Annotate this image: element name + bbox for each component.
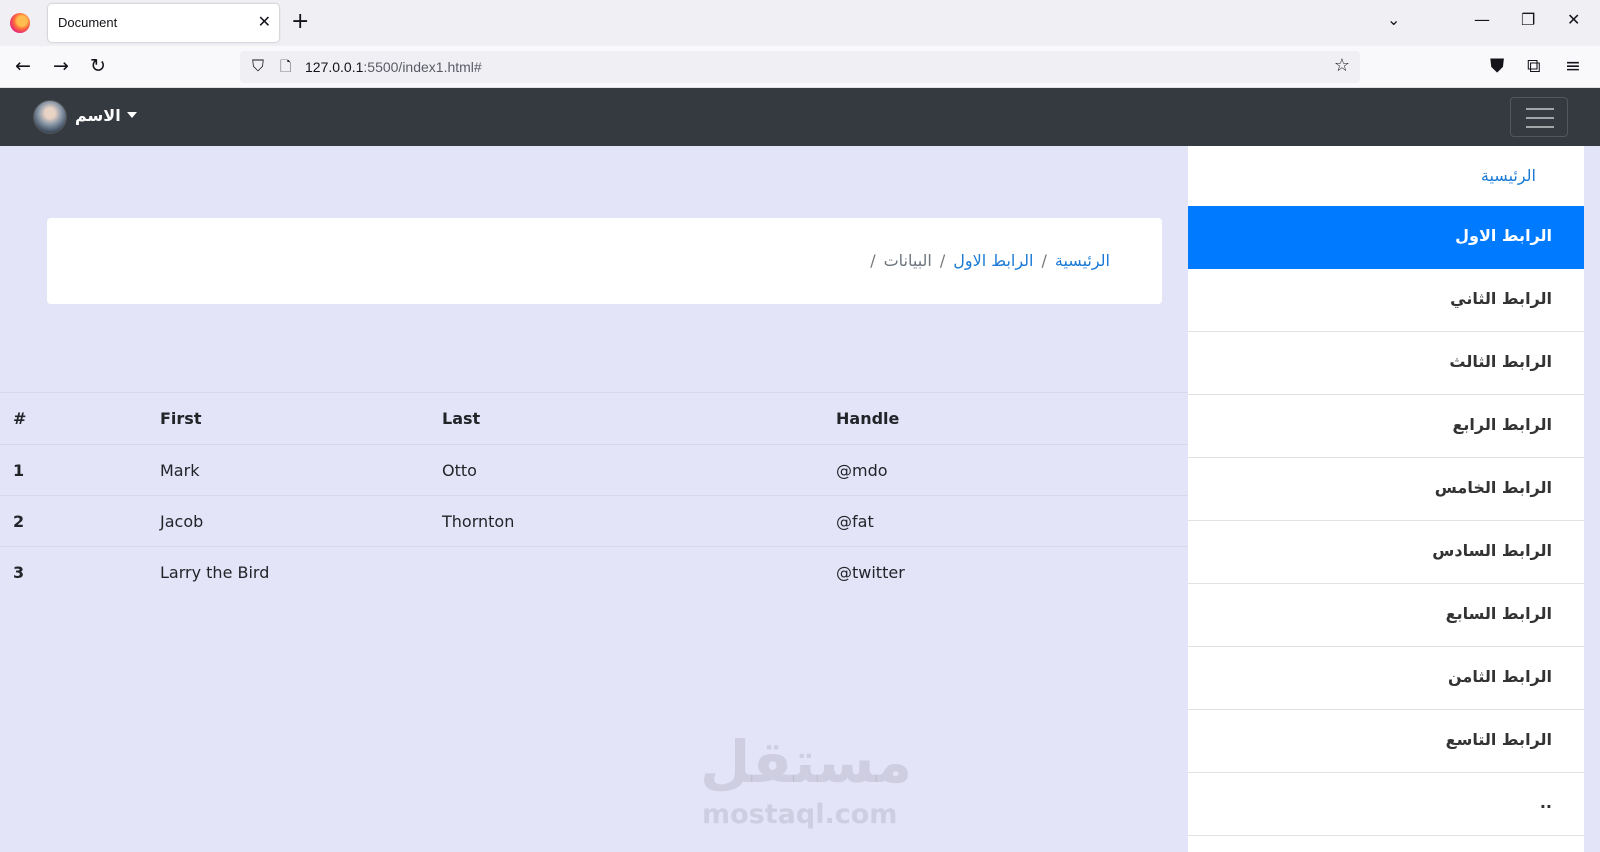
sidebar-item-label: الرابط الثالث [1449, 352, 1552, 371]
handle-cell: @fat [836, 512, 874, 531]
row-number: 1 [13, 461, 25, 480]
row-number: 2 [13, 512, 25, 531]
hamburger-icon [1526, 117, 1554, 119]
menu-icon[interactable]: ≡ [1565, 55, 1581, 77]
sidebar-item-label: .. [1539, 793, 1552, 812]
page-icon[interactable]: 🗋 [280, 56, 291, 80]
tab-title: Document [58, 15, 118, 30]
last-cell: Otto [442, 461, 477, 480]
sidebar-item-6[interactable]: الرابط السادس [1188, 521, 1584, 584]
breadcrumb-separator: / [939, 251, 946, 270]
restore-icon[interactable]: ❐ [1521, 10, 1535, 29]
tab-close-icon[interactable]: ✕ [258, 12, 271, 31]
header-cell: Handle [836, 409, 900, 428]
navbar-toggler-button[interactable] [1510, 97, 1568, 137]
url-text[interactable]: 127.0.0.1:5500/index1.html# [305, 59, 482, 75]
header-cell: First [160, 409, 202, 428]
table-row: 3 Larry the Bird @twitter [0, 546, 1188, 597]
sidebar-item-4[interactable]: الرابط الرابع [1188, 395, 1584, 458]
sidebar: الرئيسية الرابط الاول الرابط الثاني الرا… [1188, 146, 1584, 852]
handle-cell: @mdo [836, 461, 888, 480]
data-table: # First Last Handle 1 Mark Otto @mdo 2 J… [0, 392, 1188, 597]
row-number: 3 [13, 563, 25, 582]
sidebar-item-more[interactable]: .. [1188, 773, 1584, 836]
sidebar-item-1[interactable]: الرابط الاول [1188, 206, 1584, 269]
pocket-icon[interactable]: ⛊ [1490, 55, 1504, 77]
browser-tab[interactable]: Document ✕ [48, 4, 279, 42]
sidebar-item-7[interactable]: الرابط السابع [1188, 584, 1584, 647]
sidebar-item-label: الرابط الرابع [1452, 415, 1552, 434]
back-icon[interactable]: ← [15, 55, 31, 77]
breadcrumb-separator: / [870, 251, 876, 270]
url-path: :5500/index1.html# [363, 59, 482, 75]
avatar[interactable] [33, 100, 67, 134]
sidebar-item-9[interactable]: الرابط التاسع [1188, 710, 1584, 773]
breadcrumb: الرئيسية / الرابط الاول / البيانات / [862, 251, 1110, 270]
extensions-icon[interactable]: ⧉ [1527, 55, 1541, 77]
table-row: 2 Jacob Thornton @fat [0, 495, 1188, 546]
first-cell: Larry the Bird [160, 563, 270, 582]
breadcrumb-current: البيانات [883, 251, 932, 270]
sidebar-item-5[interactable]: الرابط الخامس [1188, 458, 1584, 521]
table-header-row: # First Last Handle [0, 392, 1188, 444]
first-cell: Jacob [160, 512, 204, 531]
sidebar-item-label: الرابط السابع [1445, 604, 1552, 623]
sidebar-item-2[interactable]: الرابط الثاني [1188, 269, 1584, 332]
handle-cell: @twitter [836, 563, 905, 582]
sidebar-item-label: الرابط الاول [1455, 226, 1552, 245]
star-icon[interactable]: ☆ [1334, 55, 1350, 76]
list-tabs-icon[interactable]: ⌄ [1387, 10, 1400, 29]
sidebar-item-label: الرابط الثامن [1448, 667, 1552, 686]
sidebar-item-8[interactable]: الرابط الثامن [1188, 647, 1584, 710]
breadcrumb-home-link[interactable]: الرئيسية [1055, 251, 1110, 270]
url-host: 127.0.0.1 [305, 59, 364, 75]
header-cell: Last [442, 409, 481, 428]
breadcrumb-card: الرئيسية / الرابط الاول / البيانات / [47, 218, 1162, 304]
hamburger-icon [1526, 108, 1554, 110]
last-cell: Thornton [442, 512, 515, 531]
breadcrumb-first-link[interactable]: الرابط الاول [953, 251, 1033, 270]
first-cell: Mark [160, 461, 200, 480]
table-row: 1 Mark Otto @mdo [0, 444, 1188, 495]
browser-tabbar: Document ✕ + ⌄ — ❐ ✕ [0, 0, 1600, 46]
hamburger-icon [1526, 126, 1554, 128]
reload-icon[interactable]: ↻ [90, 55, 106, 77]
sidebar-home-link[interactable]: الرئيسية [1481, 166, 1536, 185]
url-bar[interactable]: ⛉ 🗋 127.0.0.1:5500/index1.html# ☆ [240, 51, 1360, 83]
firefox-logo-icon [10, 13, 30, 33]
browser-navbar: ← → ↻ ⛉ 🗋 127.0.0.1:5500/index1.html# ☆ … [0, 46, 1600, 88]
sidebar-item-label: الرابط الخامس [1434, 478, 1552, 497]
watermark-latin: mostaql.com [702, 799, 898, 830]
sidebar-item-3[interactable]: الرابط الثالث [1188, 332, 1584, 395]
minimize-icon[interactable]: — [1474, 10, 1490, 29]
site-navbar: الاسم [0, 88, 1600, 146]
new-tab-button[interactable]: + [291, 9, 309, 35]
watermark-arabic: مستقل [700, 728, 913, 796]
close-window-icon[interactable]: ✕ [1567, 10, 1580, 29]
sidebar-item-label: الرابط الثاني [1450, 289, 1552, 308]
user-name-dropdown[interactable]: الاسم [75, 106, 121, 125]
shield-icon[interactable]: ⛉ [252, 56, 264, 76]
forward-icon[interactable]: → [53, 55, 69, 77]
sidebar-item-label: الرابط السادس [1432, 541, 1552, 560]
header-cell: # [13, 409, 27, 428]
caret-down-icon[interactable] [127, 112, 137, 118]
breadcrumb-separator: / [1041, 251, 1047, 270]
sidebar-item-label: الرابط التاسع [1445, 730, 1552, 749]
